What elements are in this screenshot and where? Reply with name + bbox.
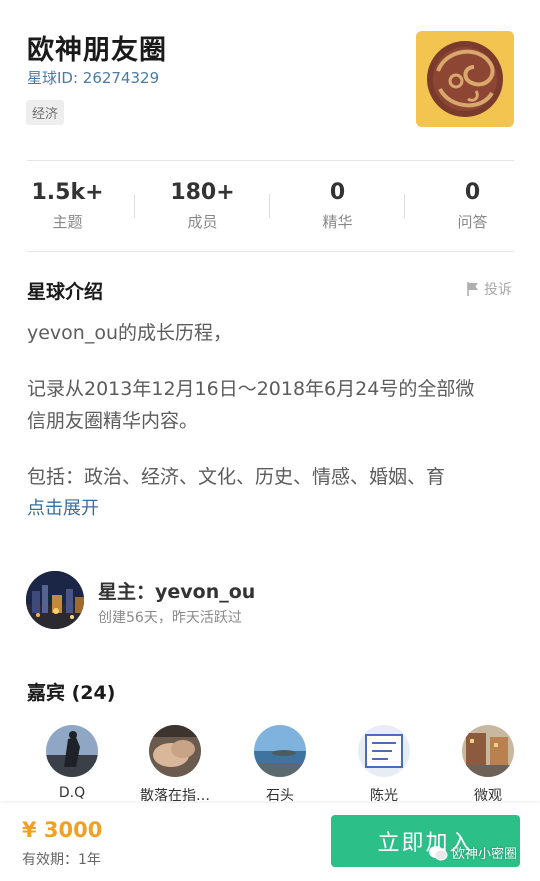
guest-item[interactable]: D.Q (27, 725, 117, 801)
planet-header: 欧神朋友圈 星球ID: 26274329 经济 (0, 0, 540, 160)
avatar (149, 725, 201, 777)
guest-name: 散落在指… (140, 788, 210, 804)
guest-item[interactable]: 散落在指… (130, 725, 220, 805)
intro-title: 星球介绍 (27, 281, 104, 303)
guests-title: 嘉宾 (24) (27, 682, 116, 704)
stat-label: 主题 (52, 213, 83, 231)
avatar (254, 725, 306, 777)
avatar (462, 725, 514, 777)
price: ¥ 3000 (22, 818, 103, 842)
stat-value: 180+ (170, 180, 235, 205)
planet-id: 星球ID: 26274329 (27, 69, 160, 87)
bottom-bar: ¥ 3000 有效期：1年 立即加入 (0, 803, 540, 881)
avatar[interactable] (26, 571, 84, 629)
watermark: 欧神小密圈 (428, 843, 517, 862)
guest-name: D.Q (58, 785, 86, 801)
guest-name: 陈光 (370, 788, 398, 804)
report-label: 投诉 (484, 282, 512, 298)
stat-topics[interactable]: 1.5k+ 主题 (0, 180, 135, 232)
stat-value: 0 (464, 180, 481, 205)
category-tag[interactable]: 经济 (26, 100, 65, 125)
stat-label: 精华 (322, 213, 353, 231)
intro-text-line: 包括：政治、经济、文化、历史、情感、婚姻、育 (27, 466, 446, 488)
validity-text: 有效期：1年 (22, 852, 101, 868)
stats-bar: 1.5k+ 主题 180+ 成员 0 精华 0 问答 (0, 168, 540, 248)
flag-icon (467, 282, 478, 296)
guest-item[interactable]: 陈光 (339, 725, 429, 805)
intro-text-line: yevon_ou的成长历程， (27, 322, 233, 344)
divider (27, 160, 514, 161)
report-button[interactable]: 投诉 (465, 279, 512, 299)
avatar (46, 725, 98, 777)
wechat-icon (429, 845, 448, 860)
page-title: 欧神朋友圈 (27, 35, 167, 66)
guest-name: 石头 (266, 788, 294, 804)
stat-qa[interactable]: 0 问答 (405, 180, 540, 232)
stat-essence[interactable]: 0 精华 (270, 180, 405, 232)
stat-value: 0 (329, 180, 346, 205)
stat-label: 问答 (457, 213, 488, 231)
owner-name[interactable]: 星主：yevon_ou (98, 577, 255, 604)
guest-item[interactable]: 石头 (235, 725, 325, 805)
avatar (358, 725, 410, 777)
guest-name: 微观 (474, 788, 502, 804)
intro-text-line: 信朋友圈精华内容。 (27, 410, 199, 432)
intro-text-line: 记录从2013年12月16日～2018年6月24号的全部微 (27, 378, 475, 400)
stat-members[interactable]: 180+ 成员 (135, 180, 270, 232)
guest-item[interactable]: 微观 (443, 725, 533, 805)
owner-activity: 创建56天，昨天活跃过 (98, 610, 242, 626)
dragon-jade-icon (416, 31, 514, 127)
stat-label: 成员 (187, 213, 218, 231)
expand-link[interactable]: 点击展开 (27, 494, 99, 520)
stat-value: 1.5k+ (31, 180, 104, 205)
watermark-text: 欧神小密圈 (452, 847, 518, 862)
divider (27, 251, 514, 252)
